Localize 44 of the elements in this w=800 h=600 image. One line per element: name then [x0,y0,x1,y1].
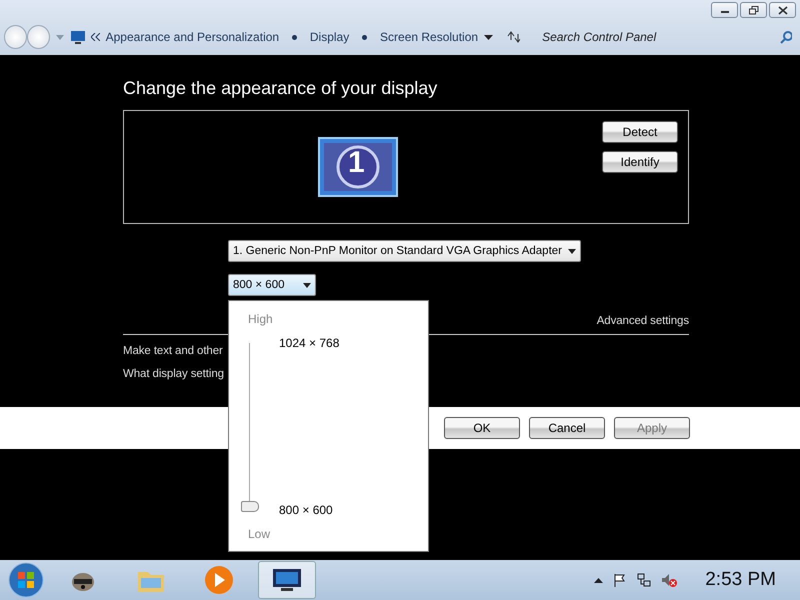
resolution-option[interactable]: 800 × 600 [279,503,333,517]
high-label: High [248,312,273,326]
caret-icon [303,282,311,288]
breadcrumb-link[interactable]: Screen Resolution [380,30,478,44]
identify-button[interactable]: Identify [602,151,678,173]
clock[interactable]: 2:53 PM [705,569,776,591]
cancel-button[interactable]: Cancel [529,417,605,439]
caret-up-icon[interactable] [594,578,604,582]
advanced-settings-link[interactable]: Advanced settings [596,315,689,327]
restore-icon [748,6,758,14]
page-title: Change the appearance of your display [123,78,438,99]
search-icon[interactable] [780,30,792,44]
caret-icon[interactable] [484,34,493,40]
separator-icon [292,34,297,40]
network-icon[interactable] [637,573,652,587]
refresh-icon[interactable] [506,31,520,43]
monitor-number: 1 [348,146,365,180]
minimize-button[interactable] [711,2,738,18]
taskbar-app[interactable] [258,561,316,599]
breadcrumb-link[interactable]: Appearance and Personalization [106,30,280,44]
muted-speaker-icon[interactable] [661,573,678,587]
caret-icon [568,248,576,254]
monitor-icon [271,567,303,593]
play-icon [204,565,234,595]
display-dropdown[interactable]: 1. Generic Non-PnP Monitor on Standard VGA Graphics Adapter [228,240,581,262]
settings-link[interactable]: What display setting [123,368,224,380]
resolution-option[interactable]: 1024 × 768 [279,336,340,350]
low-label: Low [248,527,270,541]
monitor-thumbnail[interactable] [318,137,398,197]
separator-icon [362,34,368,40]
resolution-dropdown[interactable]: 800 × 600 [228,274,316,296]
close-button[interactable] [769,2,796,18]
detect-button[interactable]: Detect [602,121,678,143]
close-icon [778,6,788,14]
slider-thumb[interactable] [241,501,259,512]
start-button[interactable] [8,562,44,598]
chevron-icon[interactable] [91,33,100,41]
search-field[interactable]: Search Control Panel [540,25,774,49]
ok-button[interactable]: OK [444,417,520,439]
settings-link[interactable]: Make text and other [123,345,223,357]
breadcrumb-link[interactable]: Display [310,30,350,44]
flag-icon[interactable] [613,573,628,587]
monitor-icon [70,30,86,44]
restore-button[interactable] [740,2,767,18]
